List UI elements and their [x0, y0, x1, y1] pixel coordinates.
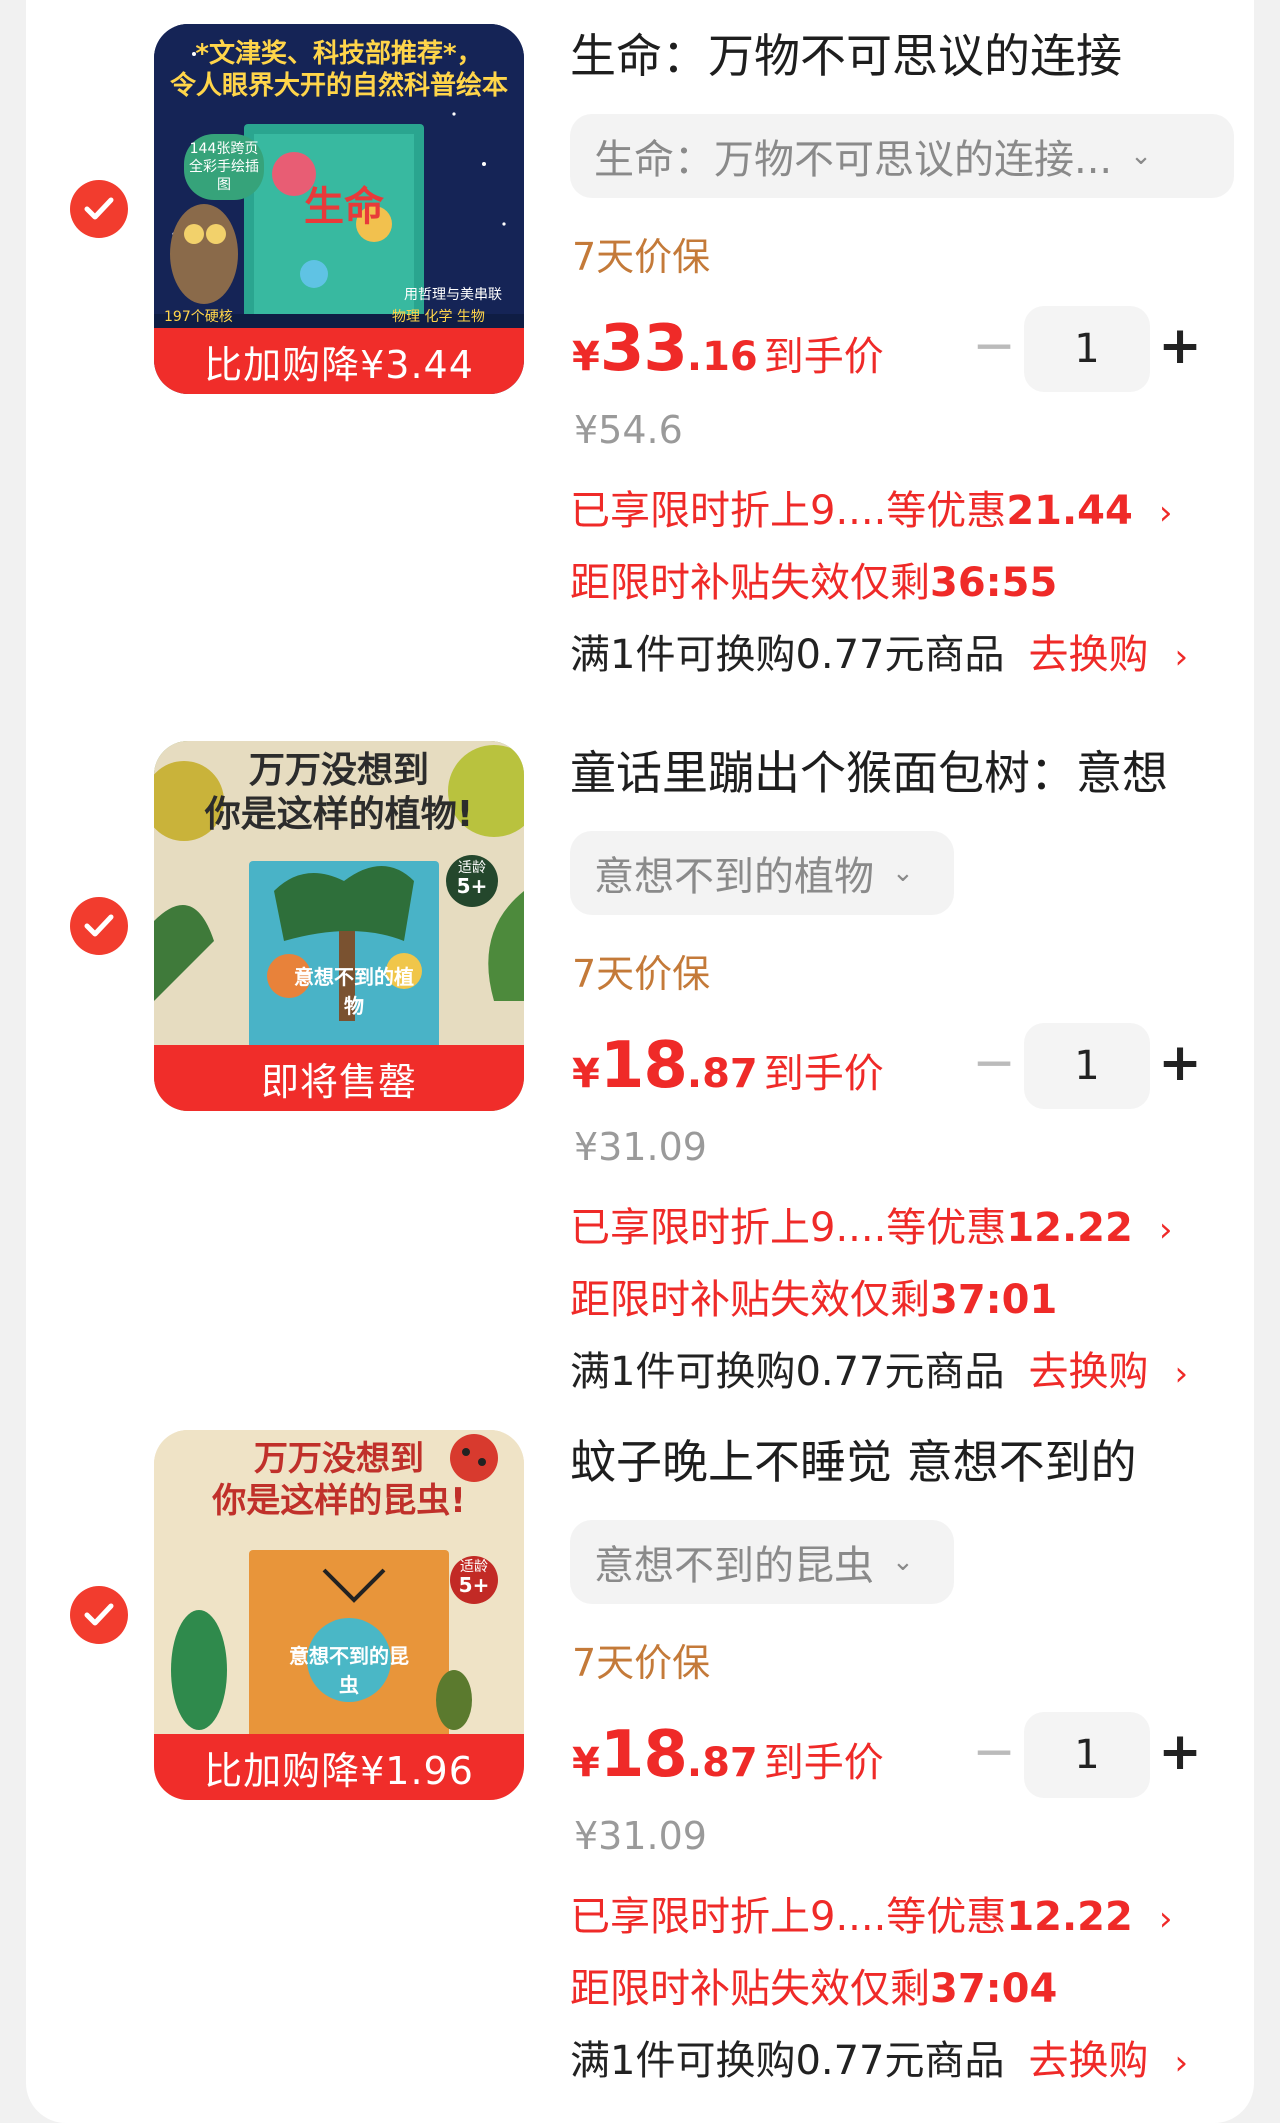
- product-title[interactable]: 蚊子晚上不睡觉 意想不到的: [570, 1432, 1230, 1492]
- exchange-link[interactable]: 去换购: [1029, 632, 1149, 678]
- cover-note: 197个硬核: [164, 309, 233, 325]
- promo-discount-link[interactable]: 已享限时折上9....等优惠12.22 ›: [570, 1884, 1172, 1942]
- cart-item: 万万没想到 你是这样的植物! 适龄 5+ 意想不到的植物 即将售罄 童话里蹦出个…: [26, 717, 1254, 1417]
- quantity-stepper: − 1 +: [966, 306, 1202, 392]
- price-guarantee-badge: 7天价保: [572, 1641, 711, 1685]
- promo-discount-link[interactable]: 已享限时折上9....等优惠21.44 ›: [570, 478, 1172, 536]
- subsidy-countdown: 距限时补贴失效仅剩36:55: [570, 560, 1058, 606]
- chevron-right-icon: ›: [1158, 1899, 1173, 1939]
- exchange-offer: 满1件可换购0.77元商品 去换购 ›: [570, 1349, 1189, 1395]
- cover-subjects: 物理 化学 生物: [392, 309, 485, 325]
- product-thumbnail[interactable]: 万万没想到 你是这样的植物! 适龄 5+ 意想不到的植物 即将售罄: [154, 741, 524, 1111]
- check-icon: [84, 914, 114, 937]
- chevron-right-icon: ›: [1174, 637, 1189, 677]
- product-thumbnail[interactable]: 万万没想到 你是这样的昆虫! 适龄 5+ 意想不到的昆虫 比加购降¥1.96: [154, 1430, 524, 1800]
- chevron-right-icon: ›: [1174, 1354, 1189, 1394]
- product-thumbnail[interactable]: *文津奖、科技部推荐*， 令人眼界大开的自然科普绘本 144张跨页 全彩手绘插图…: [154, 24, 524, 394]
- chevron-right-icon: ›: [1158, 1210, 1173, 1250]
- cover-headline: 万万没想到 你是这样的昆虫!: [212, 1439, 466, 1521]
- exchange-link[interactable]: 去换购: [1029, 2038, 1149, 2084]
- cover-headline: *文津奖、科技部推荐*， 令人眼界大开的自然科普绘本: [169, 39, 508, 101]
- product-title[interactable]: 生命：万物不可思议的连接: [570, 26, 1230, 86]
- cover-title: 意想不到的昆虫: [289, 1644, 409, 1697]
- increase-button[interactable]: +: [1152, 1712, 1208, 1798]
- chevron-right-icon: ›: [1174, 2043, 1189, 2083]
- increase-button[interactable]: +: [1152, 1023, 1208, 1109]
- cover-title: 生命: [304, 184, 384, 230]
- stock-badge: 即将售罄: [154, 1045, 524, 1111]
- exchange-offer: 满1件可换购0.77元商品 去换购 ›: [570, 632, 1189, 678]
- spec-label: 生命：万物不可思议的连接...: [594, 137, 1113, 183]
- promo-discount-link[interactable]: 已享限时折上9....等优惠12.22 ›: [570, 1195, 1172, 1253]
- cart-card: *文津奖、科技部推荐*， 令人眼界大开的自然科普绘本 144张跨页 全彩手绘插图…: [26, 0, 1254, 2123]
- quantity-stepper: − 1 +: [966, 1712, 1202, 1798]
- product-title[interactable]: 童话里蹦出个猴面包树：意想: [570, 743, 1230, 803]
- subsidy-countdown: 距限时补贴失效仅剩37:04: [570, 1966, 1058, 2012]
- original-price: ¥31.09: [574, 1814, 707, 1858]
- chevron-right-icon: ›: [1158, 493, 1173, 533]
- cover-badge: 144张跨页 全彩手绘插图: [184, 134, 264, 200]
- spec-label: 意想不到的植物: [594, 854, 874, 900]
- decrease-button[interactable]: −: [966, 306, 1022, 392]
- spec-label: 意想不到的昆虫: [594, 1543, 874, 1589]
- chevron-down-icon: ⌄: [892, 858, 914, 888]
- spec-selector[interactable]: 生命：万物不可思议的连接... ⌄: [570, 114, 1234, 198]
- spec-selector[interactable]: 意想不到的昆虫 ⌄: [570, 1520, 954, 1604]
- quantity-input[interactable]: 1: [1024, 306, 1150, 392]
- spec-selector[interactable]: 意想不到的植物 ⌄: [570, 831, 954, 915]
- final-price: ¥18.87 到手价: [572, 1718, 884, 1792]
- price-drop-badge: 比加购降¥1.96: [154, 1734, 524, 1800]
- select-checkbox[interactable]: [70, 1586, 128, 1644]
- chevron-down-icon: ⌄: [1130, 141, 1152, 171]
- quantity-stepper: − 1 +: [966, 1023, 1202, 1109]
- check-icon: [84, 197, 114, 220]
- cart-item: *文津奖、科技部推荐*， 令人眼界大开的自然科普绘本 144张跨页 全彩手绘插图…: [26, 0, 1254, 700]
- original-price: ¥31.09: [574, 1125, 707, 1169]
- original-price: ¥54.6: [574, 408, 683, 452]
- cart-item: 万万没想到 你是这样的昆虫! 适龄 5+ 意想不到的昆虫 比加购降¥1.96 蚊…: [26, 1406, 1254, 2106]
- quantity-input[interactable]: 1: [1024, 1023, 1150, 1109]
- exchange-link[interactable]: 去换购: [1029, 1349, 1149, 1395]
- age-badge: 适龄 5+: [456, 860, 488, 898]
- final-price: ¥33.16 到手价: [572, 312, 884, 386]
- exchange-offer: 满1件可换购0.77元商品 去换购 ›: [570, 2038, 1189, 2084]
- price-guarantee-badge: 7天价保: [572, 235, 711, 279]
- check-icon: [84, 1603, 114, 1626]
- decrease-button[interactable]: −: [966, 1712, 1022, 1798]
- cover-title: 意想不到的植物: [294, 965, 414, 1018]
- quantity-input[interactable]: 1: [1024, 1712, 1150, 1798]
- price-drop-badge: 比加购降¥3.44: [154, 328, 524, 394]
- cover-subtitle: 用哲理与美串联: [404, 287, 502, 303]
- chevron-down-icon: ⌄: [892, 1547, 914, 1577]
- price-guarantee-badge: 7天价保: [572, 952, 711, 996]
- subsidy-countdown: 距限时补贴失效仅剩37:01: [570, 1277, 1058, 1323]
- age-badge: 适龄 5+: [458, 1559, 490, 1597]
- final-price: ¥18.87 到手价: [572, 1029, 884, 1103]
- decrease-button[interactable]: −: [966, 1023, 1022, 1109]
- select-checkbox[interactable]: [70, 180, 128, 238]
- cover-headline: 万万没想到 你是这样的植物!: [204, 750, 474, 835]
- select-checkbox[interactable]: [70, 897, 128, 955]
- increase-button[interactable]: +: [1152, 306, 1208, 392]
